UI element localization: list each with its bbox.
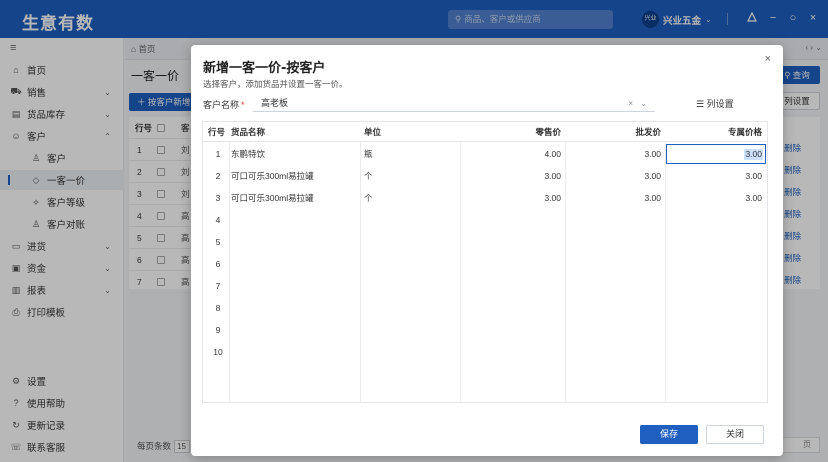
grid-header: 行号 货品名称 单位 零售价 批发价 专属价格 (203, 122, 767, 142)
grid-cell-name[interactable]: 可口可乐300ml易拉罐 (231, 166, 357, 186)
grid-row[interactable]: 9 (203, 320, 767, 342)
selected-text: 3.00 (744, 149, 763, 160)
grid-cell-special[interactable]: 3.00 (669, 166, 762, 186)
grid-cell-retail[interactable]: 3.00 (465, 166, 561, 186)
grid-cell-wholesale[interactable]: 3.00 (569, 188, 661, 208)
grid-row[interactable]: 10 (203, 342, 767, 364)
grid-cell-n: 3 (215, 193, 221, 203)
save-button[interactable]: 保存 (640, 425, 698, 444)
grid-row[interactable]: 2 可口可乐300ml易拉罐个 3.00 3.00 3.00 (203, 166, 767, 188)
columns-icon: ☰ (696, 99, 705, 109)
grid-cell-unit[interactable]: 个 (364, 188, 454, 208)
dialog-title: 新增一客一价-按客户 (203, 61, 326, 76)
close-icon[interactable]: × (765, 53, 771, 65)
dialog-subtitle: 选择客户，添加货品并设置一客一价。 (203, 79, 348, 89)
product-price-grid: 行号 货品名称 单位 零售价 批发价 专属价格 1 东鹏特饮瓶 4.00 3.00 3.… (202, 121, 768, 403)
grid-cell-unit[interactable]: 瓶 (364, 144, 454, 164)
grid-row[interactable]: 7 (203, 276, 767, 298)
customer-value: 高老板 (261, 98, 289, 108)
grid-cell-wholesale[interactable]: 3.00 (569, 166, 661, 186)
grid-row[interactable]: 3 可口可乐300ml易拉罐个 3.00 3.00 3.00 (203, 188, 767, 210)
close-button[interactable]: 关闭 (706, 425, 764, 444)
grid-cell-n: 9 (215, 325, 221, 335)
grid-cell-unit[interactable]: 个 (364, 166, 454, 186)
grid-row[interactable]: 6 (203, 254, 767, 276)
grid-cell-n: 2 (215, 171, 221, 181)
grid-cell-name[interactable]: 可口可乐300ml易拉罐 (231, 188, 357, 208)
grid-row[interactable]: 5 (203, 232, 767, 254)
add-price-dialog: 新增一客一价-按客户 选择客户，添加货品并设置一客一价。 × 客户名称 * 高老板… (191, 45, 783, 456)
dialog-column-settings[interactable]: ☰ 列设置 (696, 97, 734, 110)
grid-row[interactable]: 8 (203, 298, 767, 320)
grid-cell-name[interactable]: 东鹏特饮 (231, 144, 357, 164)
grid-row[interactable]: 1 东鹏特饮瓶 4.00 3.00 3.00 (203, 144, 767, 166)
customer-label: 客户名称 * (203, 100, 245, 110)
grid-cell-special[interactable]: 3.00 (669, 188, 762, 208)
grid-cell-n: 10 (213, 347, 223, 357)
grid-cell-n: 8 (215, 303, 221, 313)
chevron-down-icon[interactable]: ⌄ (640, 95, 647, 112)
grid-cell-n: 1 (215, 149, 221, 159)
grid-cell-retail[interactable]: 4.00 (465, 144, 561, 164)
grid-cell-n: 5 (215, 237, 221, 247)
grid-row[interactable]: 4 (203, 210, 767, 232)
grid-cell-n: 4 (215, 215, 221, 225)
customer-select[interactable]: 高老板 × ⌄ (253, 95, 655, 112)
grid-cell-wholesale[interactable]: 3.00 (569, 144, 661, 164)
grid-cell-retail[interactable]: 3.00 (465, 188, 561, 208)
special-price-input[interactable]: 3.00 (666, 144, 766, 164)
grid-cell-n: 6 (215, 259, 221, 269)
clear-icon[interactable]: × (628, 95, 633, 112)
grid-cell-n: 7 (215, 281, 221, 291)
